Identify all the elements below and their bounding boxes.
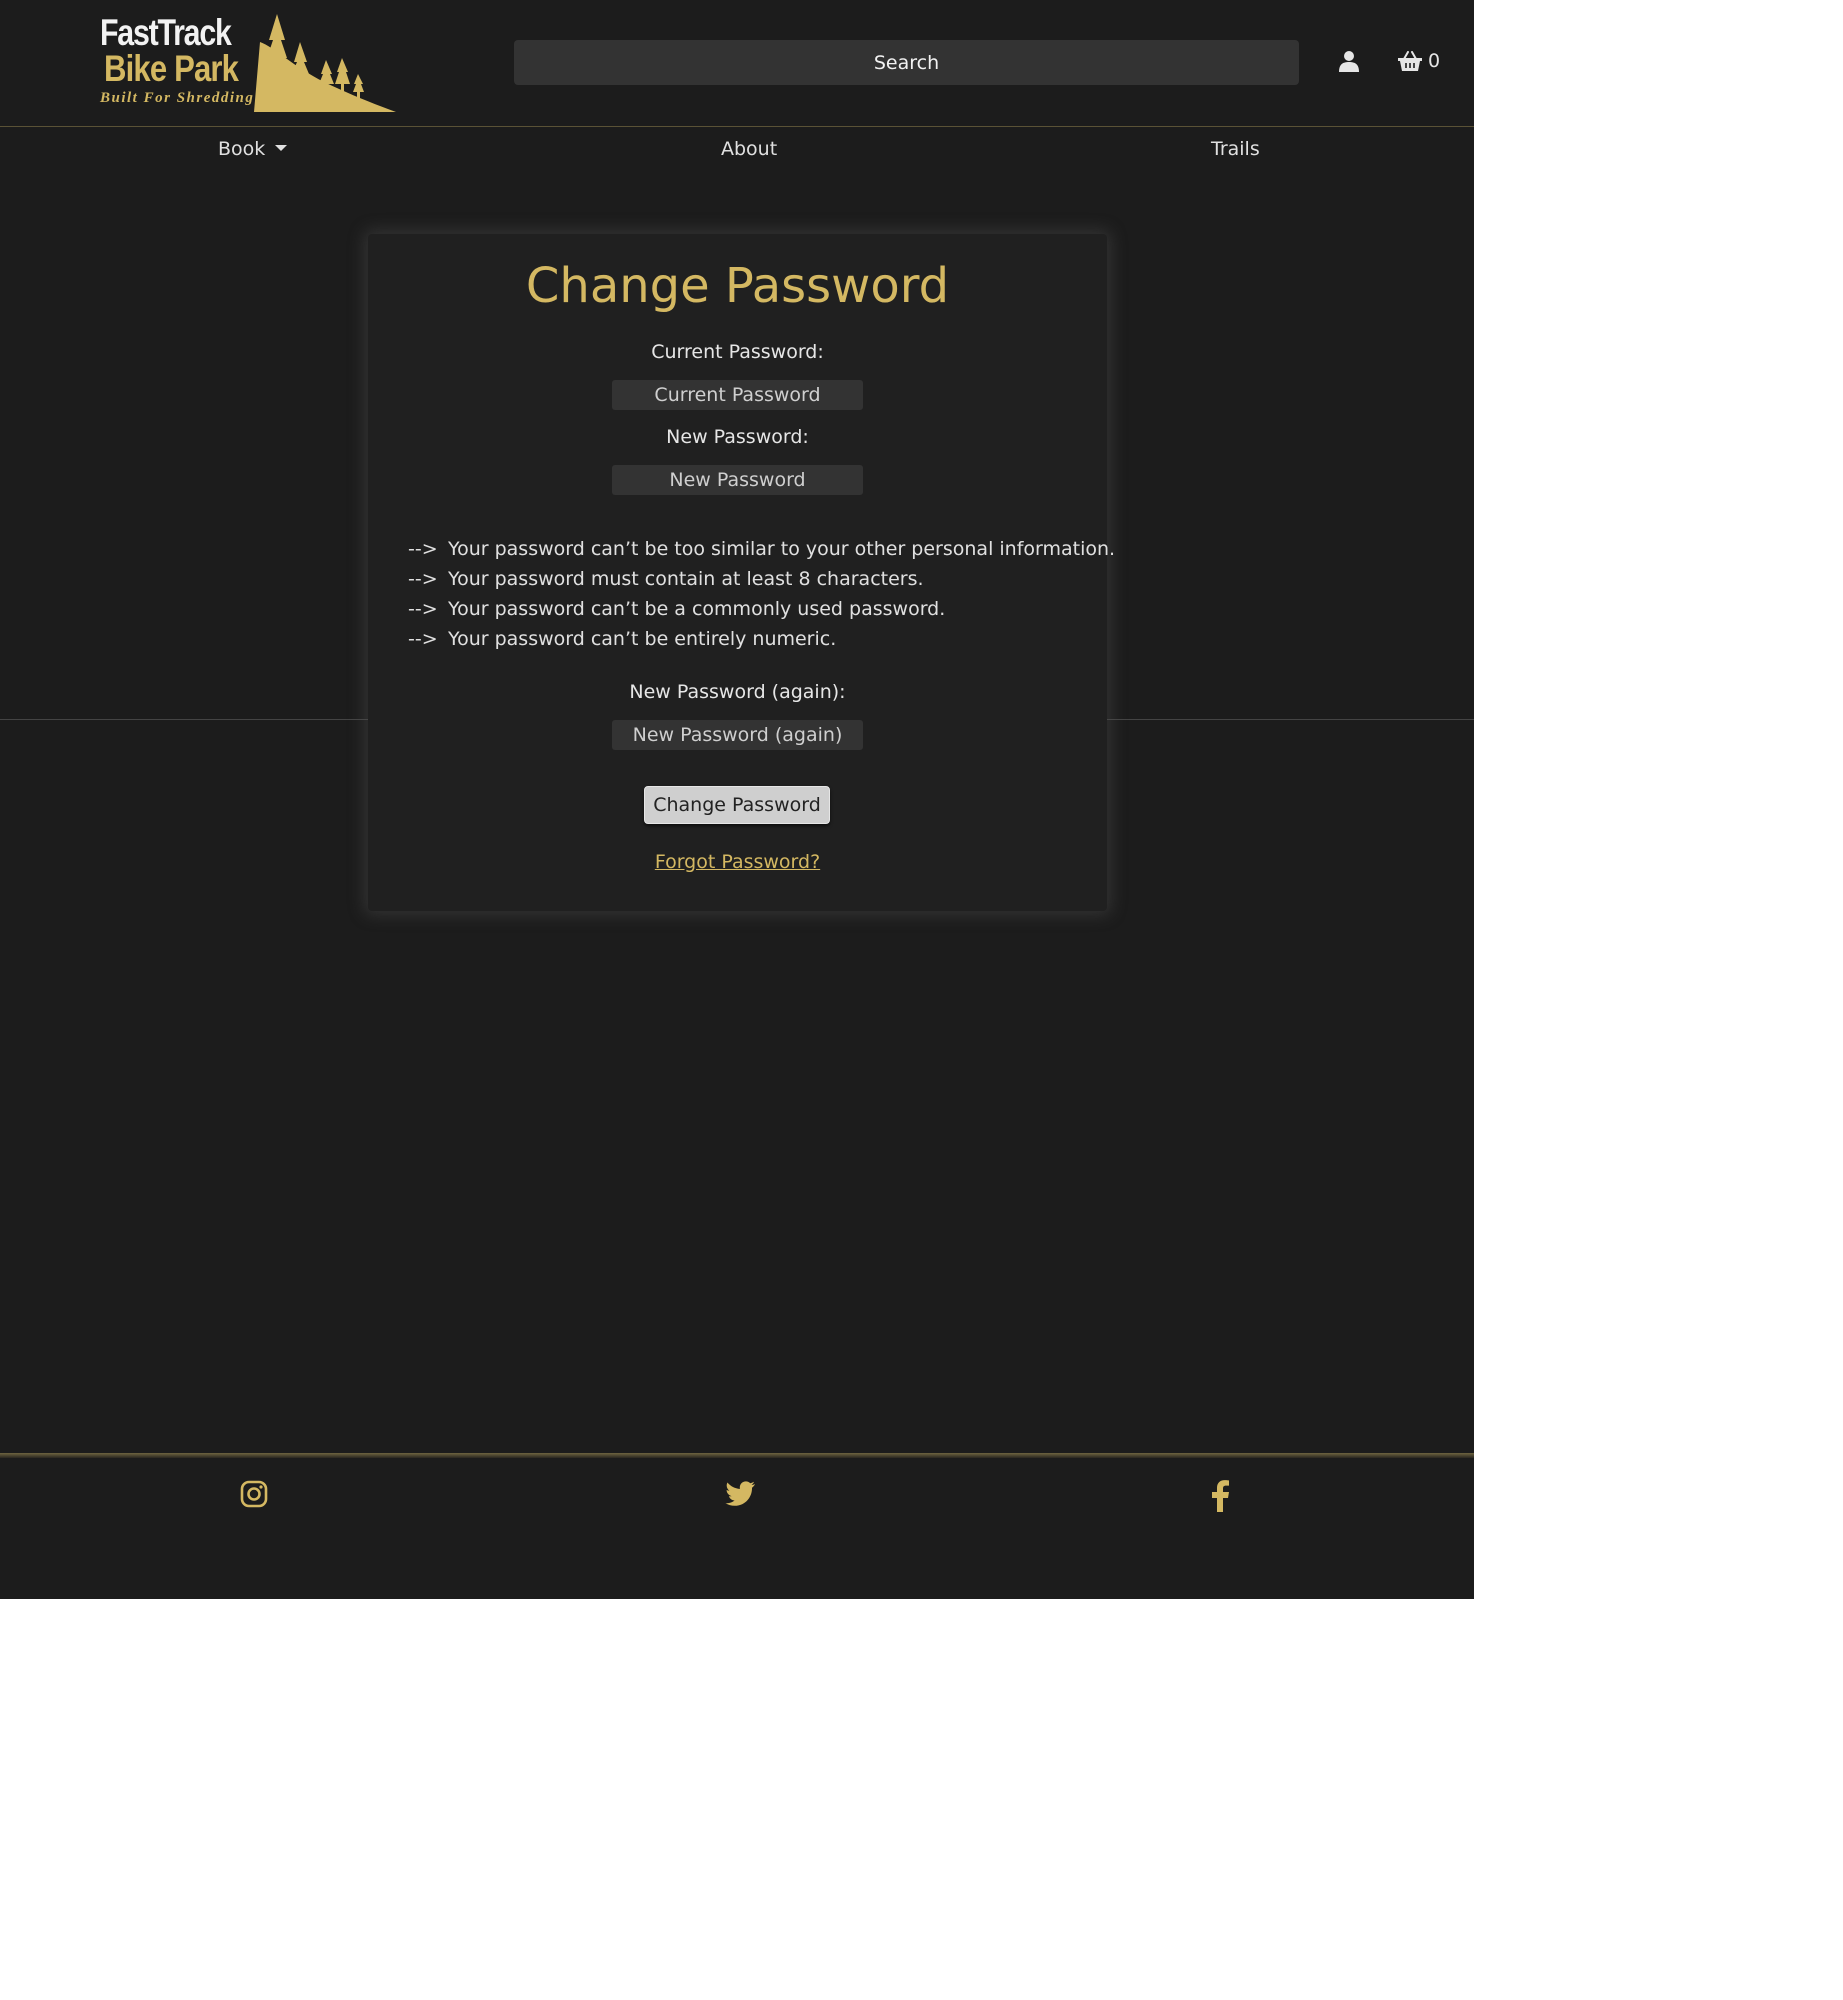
- trees-hill-icon: [254, 14, 396, 112]
- user-icon[interactable]: [1338, 50, 1360, 76]
- current-password-input[interactable]: [612, 380, 863, 410]
- site-header: FastTrack Bike Park Built For Shredding: [0, 0, 1474, 127]
- nav-item-label: About: [721, 138, 778, 160]
- change-password-form: Change Password Current Password: New Pa…: [368, 234, 1115, 911]
- rule-text: Your password can’t be a commonly used p…: [448, 598, 946, 620]
- list-item: --> Your password must contain at least 8…: [408, 564, 1115, 594]
- list-item: --> Your password can’t be a commonly use…: [408, 594, 1115, 624]
- logo-text-line2: Bike Park: [104, 48, 239, 89]
- caret-down-icon: [275, 144, 288, 151]
- page: FastTrack Bike Park Built For Shredding: [0, 0, 1474, 1599]
- rule-marker: -->: [408, 538, 438, 560]
- basket-icon: [1398, 51, 1422, 71]
- nav-item-label: Trails: [1211, 138, 1260, 160]
- page-title: Change Password: [525, 258, 950, 314]
- password-rules-list: --> Your password can’t be too similar to…: [408, 534, 1115, 654]
- nav-item-label: Book: [218, 138, 266, 160]
- instagram-icon[interactable]: [240, 1480, 268, 1512]
- logo-tagline: Built For Shredding: [100, 90, 255, 106]
- rule-text: Your password can’t be too similar to yo…: [448, 538, 1116, 560]
- list-item: --> Your password can’t be entirely numer…: [408, 624, 1115, 654]
- rule-marker: -->: [408, 628, 438, 650]
- footer-divider: [0, 1453, 1474, 1458]
- main-nav: Book About Trails: [0, 128, 1474, 174]
- rule-marker: -->: [408, 568, 438, 590]
- rule-text: Your password must contain at least 8 ch…: [448, 568, 924, 590]
- site-logo[interactable]: FastTrack Bike Park Built For Shredding: [96, 10, 396, 114]
- cart-count: 0: [1428, 50, 1441, 72]
- forgot-password-link[interactable]: Forgot Password?: [368, 851, 1107, 873]
- new-password-input[interactable]: [612, 465, 863, 495]
- list-item: --> Your password can’t be too similar to…: [408, 534, 1115, 564]
- confirm-password-label: New Password (again):: [629, 681, 846, 703]
- cart-button[interactable]: 0: [1398, 50, 1440, 72]
- nav-item-trails[interactable]: Trails: [1211, 138, 1260, 160]
- confirm-password-input[interactable]: [612, 720, 863, 750]
- search-input[interactable]: [514, 40, 1299, 85]
- new-password-label: New Password:: [666, 426, 809, 448]
- nav-item-book[interactable]: Book: [218, 138, 288, 160]
- facebook-icon[interactable]: [1210, 1480, 1230, 1516]
- current-password-label: Current Password:: [651, 341, 824, 363]
- rule-marker: -->: [408, 598, 438, 620]
- rule-text: Your password can’t be entirely numeric.: [448, 628, 837, 650]
- change-password-button[interactable]: Change Password: [644, 786, 830, 824]
- nav-item-about[interactable]: About: [721, 138, 777, 160]
- twitter-icon[interactable]: [724, 1480, 756, 1512]
